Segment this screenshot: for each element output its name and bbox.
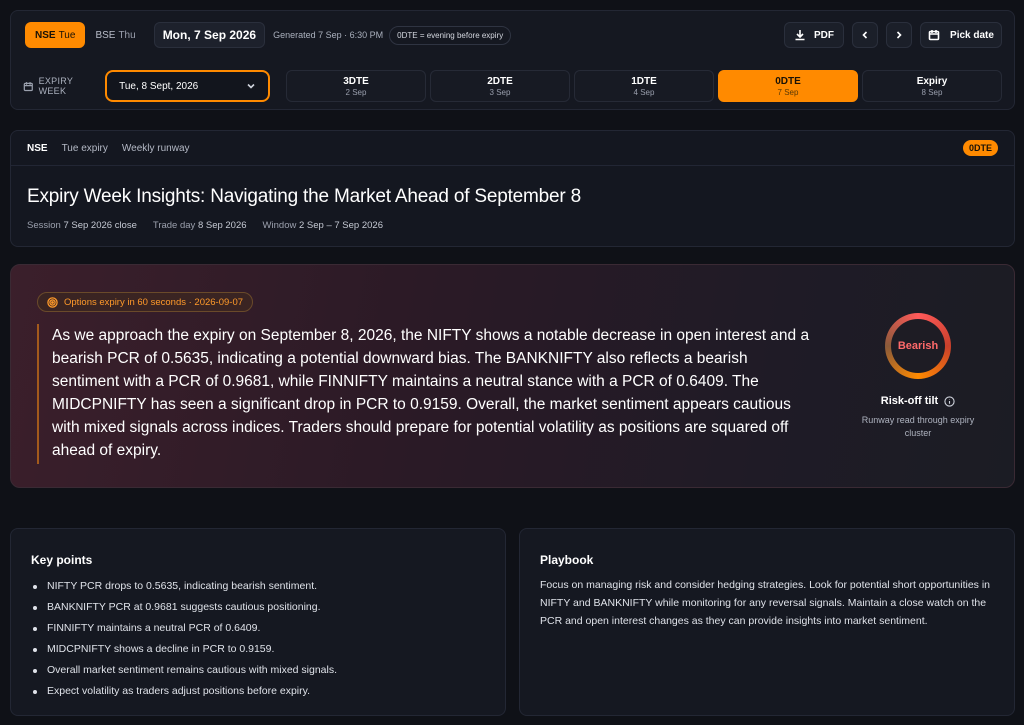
tab-date: 2 Sep	[345, 87, 367, 97]
chevron-right-icon	[896, 31, 902, 39]
tab-date: 4 Sep	[633, 87, 655, 97]
meta-value: 7 Sep 2026 close	[63, 220, 137, 231]
exchange-day: Tue	[58, 29, 76, 41]
meta-key: Window	[262, 220, 297, 231]
calendar-icon	[23, 81, 33, 91]
tilt-subtitle: Runway read through expiry cluster	[861, 415, 975, 438]
key-points-card: Key points NIFTY PCR drops to 0.5635, in…	[10, 528, 506, 716]
exchange-day: Thu	[118, 29, 136, 41]
tab-expiry[interactable]: Expiry 8 Sep	[862, 70, 1002, 102]
selected-expiry: Tue, 8 Sept, 2026	[119, 80, 199, 92]
dte-tabs: 3DTE 2 Sep 2DTE 3 Sep 1DTE 4 Sep 0DTE 7 …	[286, 70, 1002, 102]
playbook-card: Playbook Focus on managing risk and cons…	[519, 528, 1015, 716]
divider	[11, 165, 1014, 166]
exchange-tab-nse[interactable]: NSE Tue	[25, 22, 86, 48]
expiry-row: EXPIRY WEEK Tue, 8 Sept, 2026 3DTE 2 Sep…	[23, 69, 1002, 103]
tab-label: Expiry	[916, 75, 948, 87]
meta-trade-day: Trade day 8 Sep 2026	[153, 220, 247, 231]
pick-date-label: Pick date	[950, 29, 994, 41]
report-header: NSE Tue expiry Weekly runway 0DTE Expiry…	[10, 130, 1015, 247]
info-icon[interactable]	[944, 395, 955, 407]
countdown-text: Options expiry in 60 seconds · 2026-09-0…	[64, 296, 244, 308]
page-title: Expiry Week Insights: Navigating the Mar…	[27, 186, 581, 207]
expiry-week-label: EXPIRY WEEK	[23, 76, 101, 96]
breadcrumb-item: NSE	[27, 143, 48, 154]
meta-value: 8 Sep 2026	[197, 220, 247, 231]
prev-day-button[interactable]	[852, 22, 878, 48]
meta-window: Window 2 Sep – 7 Sep 2026	[263, 220, 383, 231]
card-title: Playbook	[540, 553, 594, 567]
generated-timestamp: Generated 7 Sep · 6:30 PM	[273, 30, 384, 40]
breadcrumb-item: Tue expiry	[61, 143, 108, 154]
card-title: Key points	[31, 553, 93, 567]
tab-0dte[interactable]: 0DTE 7 Sep	[718, 70, 858, 102]
top-toolbar: NSE Tue BSE Thu Mon, 7 Sep 2026 Generate…	[10, 10, 1015, 110]
gauge-label: Bearish	[891, 319, 945, 373]
meta-session: Session 7 Sep 2026 close	[27, 220, 137, 231]
list-item: NIFTY PCR drops to 0.5635, indicating be…	[31, 576, 337, 597]
status-badge: 0DTE	[962, 140, 998, 156]
tilt-text: Risk-off tilt	[880, 395, 939, 407]
toolbar-row: NSE Tue BSE Thu Mon, 7 Sep 2026 Generate…	[25, 22, 1002, 48]
tab-date: 8 Sep	[921, 87, 943, 97]
tab-2dte[interactable]: 2DTE 3 Sep	[430, 70, 570, 102]
gauge-ring: Bearish	[885, 313, 951, 379]
chevron-left-icon	[862, 31, 868, 39]
download-icon	[795, 30, 805, 41]
breadcrumb-item: Weekly runway	[121, 143, 190, 154]
tab-label: 1DTE	[631, 75, 657, 87]
list-item: MIDCPNIFTY shows a decline in PCR to 0.9…	[31, 639, 337, 660]
list-item: Expect volatility as traders adjust posi…	[31, 681, 337, 702]
pdf-button[interactable]: PDF	[784, 22, 844, 48]
meta-value: 2 Sep – 7 Sep 2026	[298, 220, 383, 231]
chevron-down-icon	[247, 83, 255, 89]
next-day-button[interactable]	[886, 22, 912, 48]
pdf-label: PDF	[814, 29, 834, 41]
expiry-countdown-badge: Options expiry in 60 seconds · 2026-09-0…	[37, 292, 254, 312]
tilt-title: Risk-off tilt	[831, 395, 1005, 407]
meta-key: Trade day	[152, 220, 196, 231]
exchange-name: NSE	[35, 29, 56, 41]
playbook-text: Focus on managing risk and consider hedg…	[540, 579, 991, 627]
report-meta: Session 7 Sep 2026 close Trade day 8 Sep…	[27, 220, 383, 231]
tab-label: 2DTE	[487, 75, 513, 87]
tab-date: 3 Sep	[489, 87, 511, 97]
tab-1dte[interactable]: 1DTE 4 Sep	[574, 70, 714, 102]
market-summary: As we approach the expiry on September 8…	[37, 324, 817, 464]
exchange-tab-bse[interactable]: BSE Thu	[85, 22, 145, 48]
calendar-icon	[928, 30, 940, 41]
meta-key: Session	[27, 220, 61, 231]
sentiment-gauge: Bearish Risk-off tilt Runway read throug…	[831, 313, 1005, 440]
current-date: Mon, 7 Sep 2026	[153, 22, 266, 48]
target-icon	[47, 296, 58, 308]
expiry-date-select[interactable]: Tue, 8 Sept, 2026	[105, 70, 270, 102]
exchange-name: BSE	[95, 29, 116, 41]
pick-date-button[interactable]: Pick date	[920, 22, 1002, 48]
tab-label: 0DTE	[775, 75, 801, 87]
insight-panel: Options expiry in 60 seconds · 2026-09-0…	[10, 264, 1015, 488]
list-item: BANKNIFTY PCR at 0.9681 suggests cautiou…	[31, 597, 337, 618]
tab-date: 7 Sep	[777, 87, 799, 97]
tab-label: 3DTE	[343, 75, 369, 87]
expiry-week-text: EXPIRY WEEK	[38, 76, 74, 96]
breadcrumb: NSE Tue expiry Weekly runway	[27, 143, 190, 154]
list-item: Overall market sentiment remains cautiou…	[31, 660, 337, 681]
0dte-definition-badge: 0DTE = evening before expiry	[389, 25, 512, 45]
list-item: FINNIFTY maintains a neutral PCR of 0.64…	[31, 618, 337, 639]
key-points-list: NIFTY PCR drops to 0.5635, indicating be…	[31, 576, 337, 702]
tab-3dte[interactable]: 3DTE 2 Sep	[286, 70, 426, 102]
